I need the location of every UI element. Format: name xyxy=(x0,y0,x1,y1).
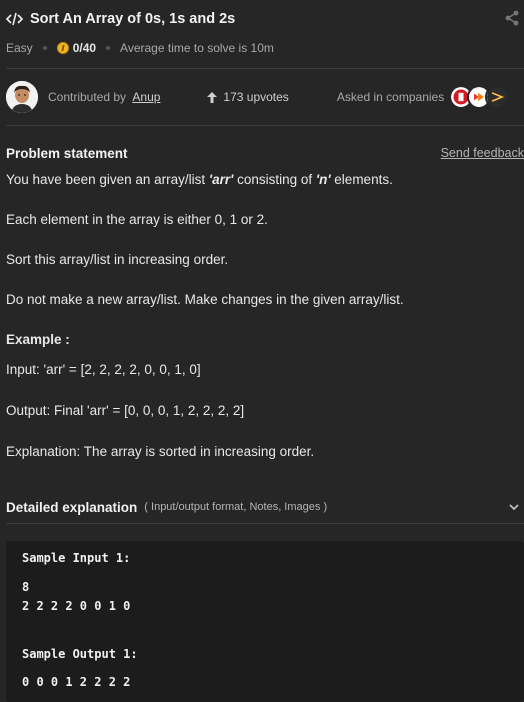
separator-dot xyxy=(106,46,111,50)
arrow-up-icon xyxy=(207,91,218,103)
contributor-label: Contributed by Anup xyxy=(48,90,161,104)
coin-icon xyxy=(56,42,69,54)
statement-paragraph: Do not make a new array/list. Make chang… xyxy=(6,292,404,307)
divider xyxy=(6,523,524,524)
example-output: Output: Final 'arr' = [0, 0, 0, 1, 2, 2,… xyxy=(6,403,245,418)
send-feedback-link[interactable]: Send feedback xyxy=(441,146,524,160)
code-icon xyxy=(6,12,23,26)
statement-paragraph: Sort this array/list in increasing order… xyxy=(6,252,229,267)
detailed-explanation-title: Detailed explanation xyxy=(6,499,138,515)
chevron-down-icon[interactable] xyxy=(508,501,520,513)
example-input: Input: 'arr' = [2, 2, 2, 2, 0, 0, 1, 0] xyxy=(6,362,201,377)
company-logo xyxy=(485,85,510,109)
example-explanation: Explanation: The array is sorted in incr… xyxy=(6,444,315,459)
company-logos[interactable] xyxy=(449,85,510,109)
asked-in-label: Asked in companies xyxy=(336,90,445,104)
score-value: 0/40 xyxy=(72,41,97,55)
example-heading: Example : xyxy=(6,332,70,347)
problem-header: Sort An Array of 0s, 1s and 2s Easy 0/40… xyxy=(0,0,524,126)
sample-input-line: 2 2 2 2 0 0 1 0 xyxy=(22,599,131,613)
share-icon[interactable] xyxy=(504,10,520,26)
sample-io-block: Sample Input 1: 8 2 2 2 2 0 0 1 0 Sample… xyxy=(6,541,524,702)
n-variable: 'n' xyxy=(315,172,331,187)
sample-output-label: Sample Output 1: xyxy=(22,647,138,661)
divider xyxy=(6,125,524,126)
avatar xyxy=(6,81,38,113)
sample-input-line: 8 xyxy=(22,580,30,594)
title-row: Sort An Array of 0s, 1s and 2s xyxy=(6,8,235,30)
sample-output-line: 0 0 0 1 2 2 2 2 xyxy=(22,675,131,689)
meta-row: Easy 0/40 Average time to solve is 10m xyxy=(6,39,274,57)
separator-dot xyxy=(42,46,47,50)
contributor-link[interactable]: Anup xyxy=(132,90,160,104)
statement-paragraph: You have been given an array/list 'arr' … xyxy=(6,172,393,187)
detailed-explanation-toggle[interactable]: Detailed explanation ( Input/output form… xyxy=(6,497,524,517)
average-time: Average time to solve is 10m xyxy=(120,41,274,55)
section-title: Problem statement xyxy=(6,145,128,161)
difficulty-badge: Easy xyxy=(6,41,33,55)
statement-paragraph: Each element in the array is either 0, 1… xyxy=(6,212,268,227)
arr-variable: 'arr' xyxy=(208,172,234,187)
problem-statement-header: Problem statement Send feedback xyxy=(6,144,524,162)
contributor-row: Contributed by Anup 173 upvotes Asked in… xyxy=(6,79,524,115)
upvote-count: 173 upvotes xyxy=(223,90,289,104)
detailed-explanation-subtitle: ( Input/output format, Notes, Images ) xyxy=(144,501,328,513)
problem-title: Sort An Array of 0s, 1s and 2s xyxy=(30,11,236,27)
sample-input-label: Sample Input 1: xyxy=(22,551,131,565)
divider xyxy=(6,68,524,69)
upvote-button[interactable]: 173 upvotes xyxy=(207,90,289,104)
